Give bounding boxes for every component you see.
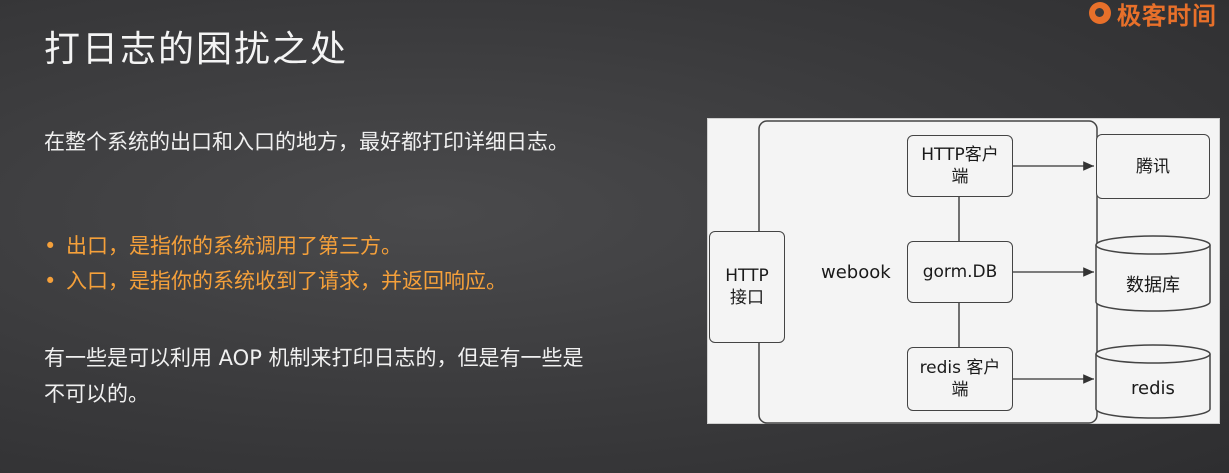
architecture-diagram: HTTP 接口 webook HTTP客户端 gorm.DB redis 客户端… [707, 118, 1220, 424]
bullet-item-entry: • 入口，是指你的系统收到了请求，并返回响应。 [44, 264, 507, 299]
outro-paragraph: 有一些是可以利用 AOP 机制来打印日志的，但是有一些是不可以的。 [44, 346, 584, 406]
bullet-item-exit: • 出口，是指你的系统调用了第三方。 [44, 229, 507, 264]
bullet-text: 入口，是指你的系统收到了请求，并返回响应。 [66, 269, 507, 293]
bullet-marker: • [44, 269, 57, 293]
redis-label: redis [1131, 378, 1175, 399]
http-api-node: HTTP 接口 [709, 231, 785, 343]
logo-icon [1089, 2, 1111, 24]
brand-logo: 极客时间 [1089, 0, 1217, 30]
bullet-marker: • [44, 234, 57, 258]
slide-title: 打日志的困扰之处 [44, 29, 349, 70]
gorm-label: gorm.DB [922, 262, 998, 282]
http-client-node: HTTP客户端 [907, 135, 1013, 197]
intro-paragraph: 在整个系统的出口和入口的地方，最好都打印详细日志。 [44, 130, 569, 154]
redis-client-node: redis 客户端 [907, 347, 1013, 411]
redis-client-label: redis 客户端 [919, 358, 1001, 400]
tencent-node: 腾讯 [1096, 134, 1210, 199]
bullet-list: • 出口，是指你的系统调用了第三方。 • 入口，是指你的系统收到了请求，并返回响… [44, 229, 507, 299]
tencent-label: 腾讯 [1136, 156, 1170, 177]
webook-label: webook [821, 262, 891, 283]
http-client-label: HTTP客户端 [921, 145, 999, 187]
http-api-label: HTTP 接口 [725, 266, 769, 308]
gorm-node: gorm.DB [907, 241, 1013, 303]
database-label: 数据库 [1126, 275, 1180, 296]
logo-text: 极客时间 [1117, 1, 1217, 30]
bullet-text: 出口，是指你的系统调用了第三方。 [66, 234, 402, 258]
